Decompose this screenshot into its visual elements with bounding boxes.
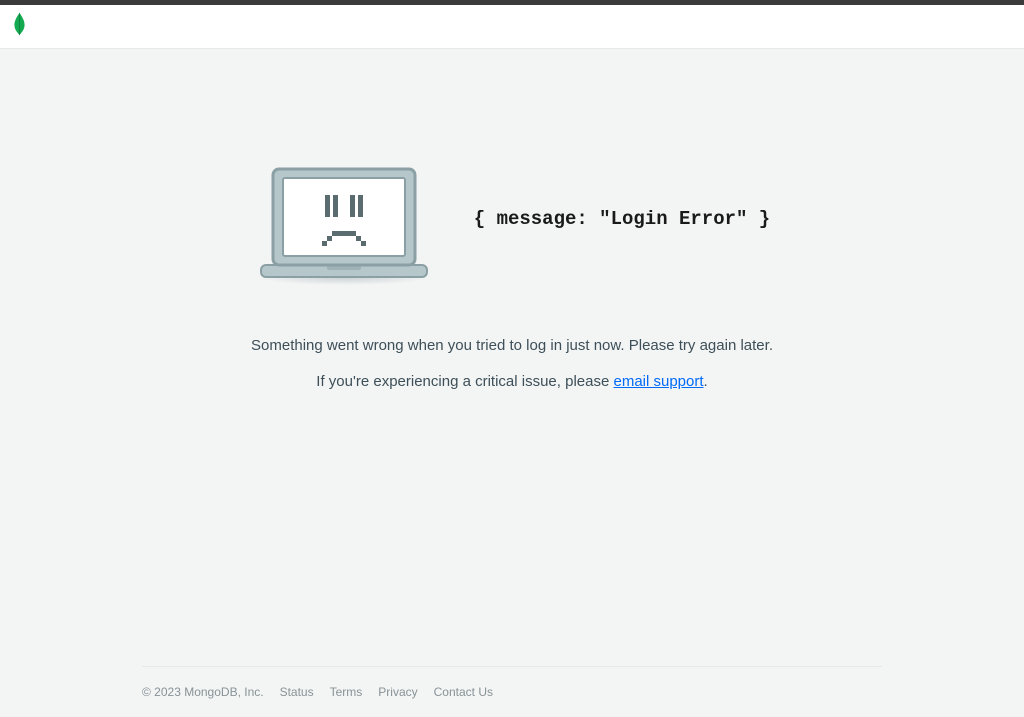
footer: © 2023 MongoDB, Inc. Status Terms Privac… [142, 666, 882, 699]
error-line2-prefix: If you're experiencing a critical issue,… [316, 373, 613, 390]
email-support-link[interactable]: email support [613, 373, 703, 390]
error-content: { message: "Login Error" } Something wen… [0, 49, 1024, 393]
sad-laptop-icon [254, 159, 434, 279]
error-message-line1: Something went wrong when you tried to l… [251, 335, 773, 358]
error-line2-suffix: . [704, 373, 708, 390]
footer-copyright: © 2023 MongoDB, Inc. [142, 685, 264, 699]
main-content: { message: "Login Error" } Something wen… [0, 49, 1024, 717]
footer-link-privacy[interactable]: Privacy [378, 685, 417, 699]
error-code-text: { message: "Login Error" } [474, 208, 770, 230]
hero-row: { message: "Login Error" } [254, 159, 770, 279]
footer-link-contact[interactable]: Contact Us [434, 685, 493, 699]
footer-link-terms[interactable]: Terms [330, 685, 363, 699]
error-message-line2: If you're experiencing a critical issue,… [251, 371, 773, 394]
header-bar [0, 5, 1024, 49]
footer-link-status[interactable]: Status [280, 685, 314, 699]
mongodb-leaf-icon[interactable] [13, 12, 26, 41]
error-message-block: Something went wrong when you tried to l… [251, 335, 773, 393]
